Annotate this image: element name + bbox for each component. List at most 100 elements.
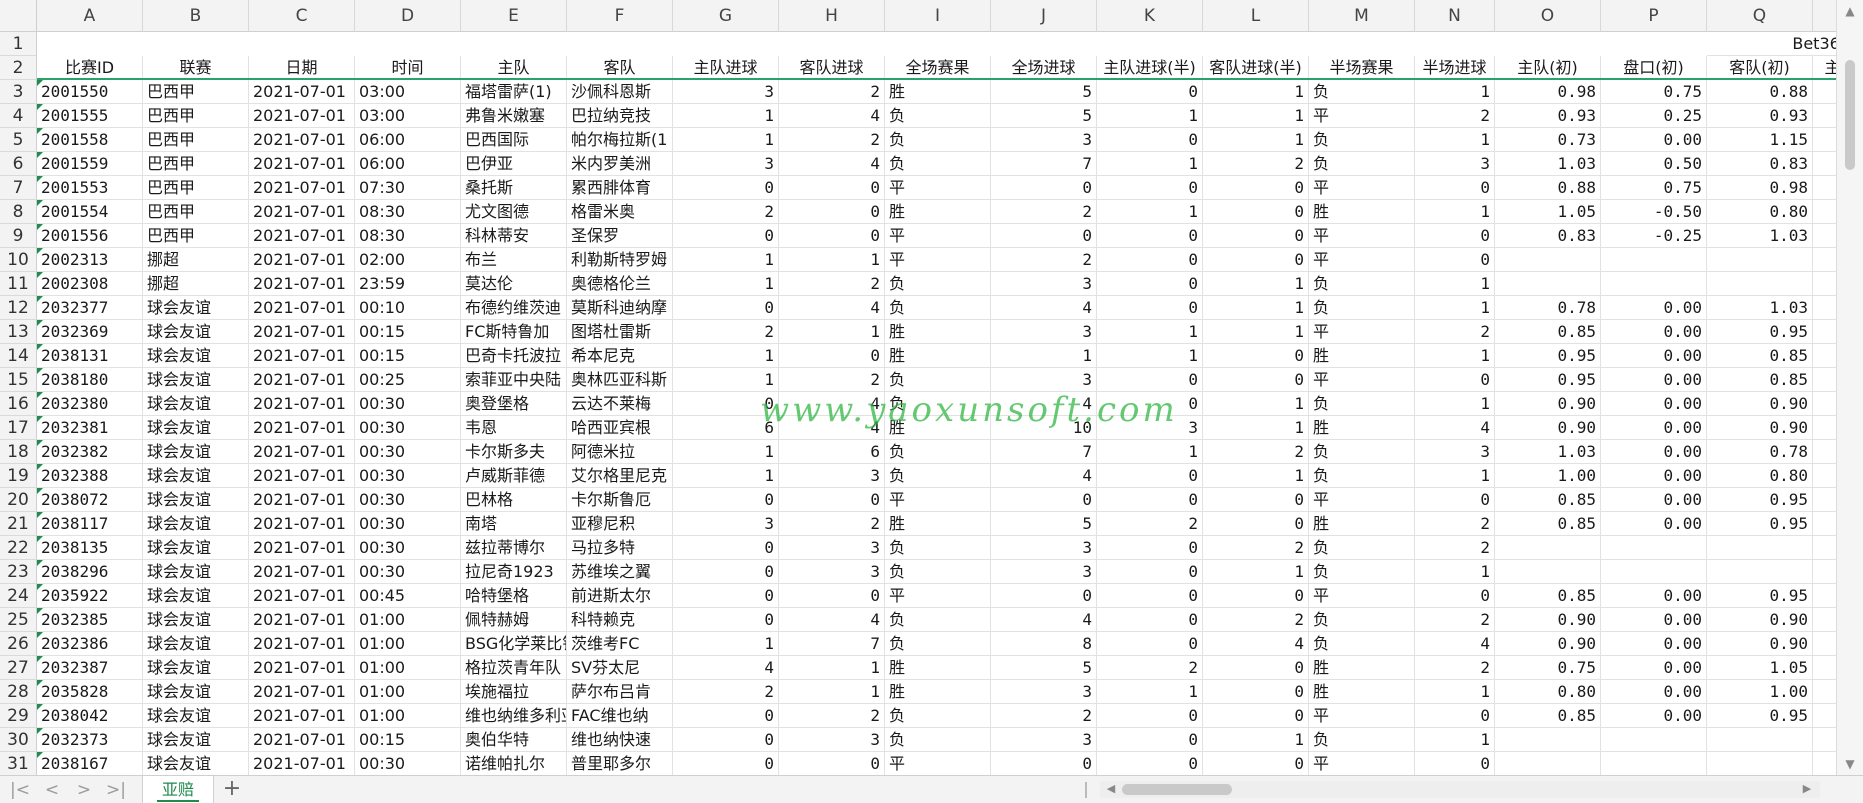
table-cell[interactable]: 0 [1097,536,1203,560]
table-cell[interactable]: 莫达伦 [461,272,567,296]
table-cell[interactable]: 2021-07-01 [249,656,355,680]
table-cell[interactable]: 2 [779,80,885,104]
table-cell[interactable]: 韦恩 [461,416,567,440]
table-cell[interactable]: 0.00 [1601,296,1707,320]
table-cell[interactable]: 奥林匹亚科斯 [567,368,673,392]
table-cell[interactable]: 0.90 [1495,632,1601,656]
table-cell[interactable]: 负 [885,128,991,152]
table-cell[interactable]: 胜 [885,512,991,536]
table-cell[interactable]: 1 [779,320,885,344]
table-cell[interactable]: 球会友谊 [143,416,249,440]
header-cell[interactable]: 日期 [249,56,355,80]
table-cell[interactable]: 2021-07-01 [249,632,355,656]
table-cell[interactable]: 2021-07-01 [249,224,355,248]
table-cell[interactable]: 4 [1415,416,1495,440]
table-cell[interactable]: 1.00 [1495,464,1601,488]
table-cell[interactable]: 索菲亚中央陆 [461,368,567,392]
table-cell[interactable]: 0 [1203,656,1309,680]
row-header[interactable]: 21 [0,512,37,536]
table-cell[interactable]: 0 [1203,704,1309,728]
table-cell[interactable]: 1 [673,104,779,128]
table-cell[interactable]: 0.98 [1495,80,1601,104]
table-cell[interactable]: 0 [779,344,885,368]
table-cell[interactable]: 3 [991,368,1097,392]
table-cell[interactable]: 1.05 [1495,200,1601,224]
table-cell[interactable] [1813,752,1836,775]
table-cell[interactable]: 巴拉纳竞技 [567,104,673,128]
column-header[interactable]: L [1203,0,1309,32]
prev-sheet-icon[interactable]: < [40,779,64,801]
table-cell[interactable]: 0 [991,752,1097,775]
table-cell[interactable]: 布兰 [461,248,567,272]
table-cell[interactable]: 0.00 [1601,320,1707,344]
table-cell[interactable]: 0.85 [1495,704,1601,728]
table-cell[interactable]: 0.90 [1707,632,1813,656]
table-cell[interactable]: 2 [1097,512,1203,536]
table-cell[interactable]: 0.00 [1601,704,1707,728]
table-cell[interactable]: 科特赖克 [567,608,673,632]
table-cell[interactable]: 0 [1415,248,1495,272]
vertical-scroll-thumb[interactable] [1845,60,1855,170]
table-cell[interactable]: 1 [1415,344,1495,368]
table-cell[interactable]: 0.83 [1495,224,1601,248]
table-cell[interactable]: 胜 [1309,344,1415,368]
table-cell[interactable]: 球会友谊 [143,680,249,704]
table-cell[interactable] [1813,296,1836,320]
table-cell[interactable]: 0.83 [1707,152,1813,176]
table-cell[interactable]: 2038135 [37,536,143,560]
table-cell[interactable]: 5 [991,656,1097,680]
table-cell[interactable]: 02:00 [355,248,461,272]
table-cell[interactable]: 06:00 [355,128,461,152]
table-cell[interactable]: 0.80 [1495,680,1601,704]
row-header[interactable]: 14 [0,344,37,368]
row-header[interactable]: 2 [0,56,37,80]
row-header[interactable]: 10 [0,248,37,272]
table-cell[interactable] [1813,728,1836,752]
table-cell[interactable]: 兹拉蒂博尔 [461,536,567,560]
header-cell[interactable]: 主队进球(半) [1097,56,1203,80]
table-cell[interactable]: 马拉多特 [567,536,673,560]
table-cell[interactable]: 累西腓体育 [567,176,673,200]
table-cell[interactable]: 平 [885,584,991,608]
table-cell[interactable]: 0.00 [1601,608,1707,632]
table-cell[interactable]: 2021-07-01 [249,728,355,752]
row1-label-cell[interactable]: Bet365 [1707,32,1836,56]
table-cell[interactable]: 2 [1415,536,1495,560]
table-cell[interactable]: 0.85 [1707,368,1813,392]
header-cell[interactable]: 客队 [567,56,673,80]
table-cell[interactable]: 普里耶多尔 [567,752,673,775]
table-cell[interactable]: 负 [885,536,991,560]
table-cell[interactable]: 2035922 [37,584,143,608]
table-cell[interactable]: 诺维帕扎尔 [461,752,567,775]
table-cell[interactable]: 0 [673,296,779,320]
column-header[interactable]: Q [1707,0,1813,32]
table-cell[interactable]: 1.03 [1707,224,1813,248]
table-cell[interactable]: 0.80 [1707,200,1813,224]
table-cell[interactable] [1813,128,1836,152]
table-cell[interactable]: 4 [779,296,885,320]
table-cell[interactable]: 1 [1097,200,1203,224]
table-cell[interactable]: 负 [885,272,991,296]
table-cell[interactable]: 2032385 [37,608,143,632]
table-cell[interactable]: 球会友谊 [143,560,249,584]
table-cell[interactable] [1813,224,1836,248]
table-cell[interactable]: 负 [885,632,991,656]
table-cell[interactable]: 巴西甲 [143,200,249,224]
table-cell[interactable]: 1.15 [1707,128,1813,152]
table-cell[interactable]: 00:10 [355,296,461,320]
row-header[interactable]: 23 [0,560,37,584]
horizontal-scroll-thumb[interactable] [1122,784,1232,795]
table-cell[interactable]: 1 [673,344,779,368]
table-cell[interactable] [1813,104,1836,128]
row-header[interactable]: 27 [0,656,37,680]
table-cell[interactable]: 00:30 [355,392,461,416]
table-cell[interactable]: 2021-07-01 [249,80,355,104]
table-cell[interactable]: 哈西亚宾根 [567,416,673,440]
table-cell[interactable]: 01:00 [355,608,461,632]
table-cell[interactable]: 阿德米拉 [567,440,673,464]
table-cell[interactable]: 球会友谊 [143,512,249,536]
split-handle[interactable] [1085,782,1087,798]
table-cell[interactable]: 1 [1415,392,1495,416]
table-cell[interactable]: 莫斯科迪纳摩 [567,296,673,320]
table-cell[interactable]: 格雷米奥 [567,200,673,224]
